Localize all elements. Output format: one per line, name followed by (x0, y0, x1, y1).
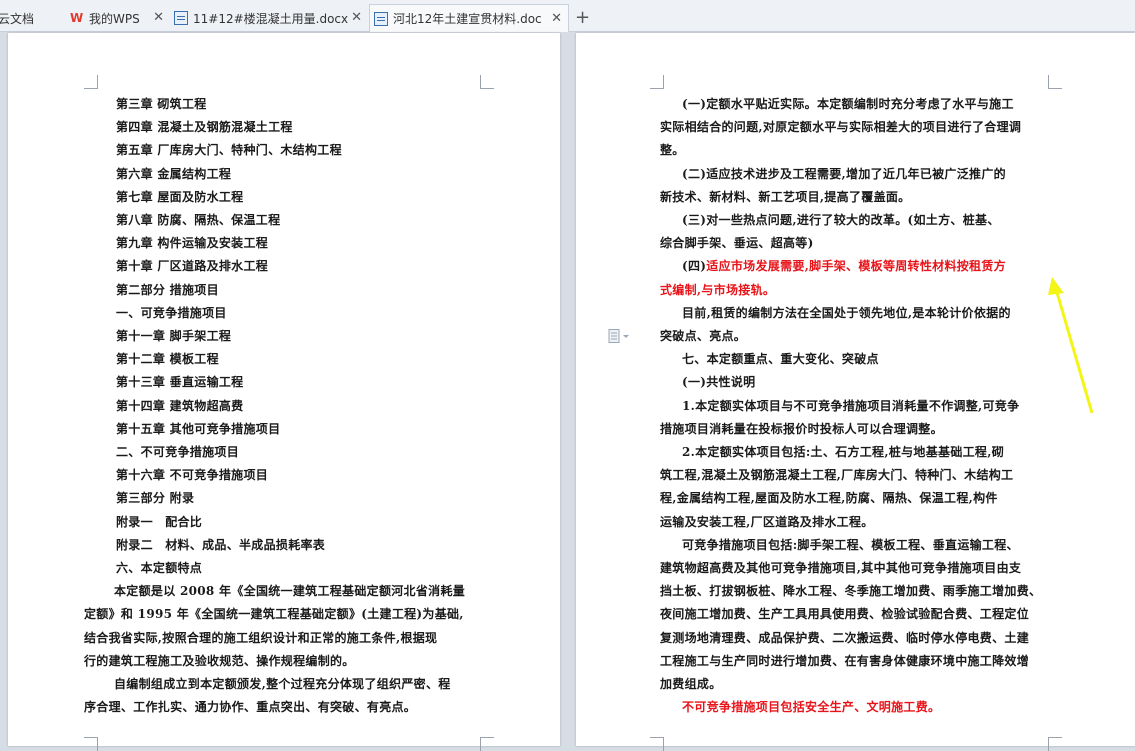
text-line: 第三章 砌筑工程 (116, 97, 207, 111)
text-line: 新技术、新材料、新工艺项目,提高了覆盖面。 (660, 189, 911, 204)
margin-corner (650, 737, 664, 751)
paragraph-menu-icon[interactable] (608, 329, 632, 343)
margin-corner (650, 75, 664, 89)
text-line: 自编制组成立到本定额颁发,整个过程充分体现了组织严密、程 (114, 677, 451, 692)
text-line: 加费组成。 (660, 677, 722, 692)
add-tab-icon[interactable]: + (575, 7, 590, 28)
margin-corner (84, 737, 98, 751)
margin-corner (1048, 737, 1062, 751)
tab-concrete-usage[interactable]: 11#12#楼混凝土用量.docx ✕ (170, 4, 368, 32)
text-line: 夜间施工增加费、生产工具用具使用费、检验试验配合费、工程定位 (660, 607, 1030, 622)
text-line: 第十六章 不可竞争措施项目 (116, 468, 269, 483)
text-line: 整。 (660, 143, 685, 158)
text-line: 工程施工与生产同时进行增加费、在有害身体健康环境中施工降效增 (660, 653, 1030, 668)
document-workspace: 第三章 砌筑工程 第四章 混凝土及钢筋混凝土工程 第五章 厂库房大门、特种门、木… (0, 33, 1135, 751)
text-line: 二、不可竞争措施项目 (116, 445, 240, 460)
margin-corner (480, 737, 494, 751)
text-line: 第四章 混凝土及钢筋混凝土工程 (116, 120, 293, 135)
text-line: 第八章 防腐、隔热、保温工程 (116, 213, 281, 228)
tab-label: 河北12年土建宣贯材料.doc (393, 12, 542, 26)
text-line: 第二部分 措施项目 (116, 282, 219, 297)
text-line: 第十三章 垂直运输工程 (116, 375, 244, 390)
text-line: 序合理、工作扎实、通力协作、重点突出、有突破、有亮点。 (84, 700, 417, 715)
close-icon[interactable]: ✕ (351, 10, 362, 25)
margin-corner (84, 75, 98, 89)
text-line: 第十章 厂区道路及排水工程 (116, 259, 269, 274)
text-span: (四) (682, 259, 707, 274)
tab-cloud-docs[interactable]: 云文档 (0, 4, 56, 32)
close-icon[interactable]: ✕ (153, 10, 164, 25)
page-text: 第三章 砌筑工程 第四章 混凝土及钢筋混凝土工程 第五章 厂库房大门、特种门、木… (8, 93, 560, 719)
text-line: 措施项目消耗量在投标报价时投标人可以合理调整。 (660, 421, 943, 436)
text-line: 第九章 构件运输及安装工程 (116, 236, 269, 251)
text-line: 一、可竞争措施项目 (116, 305, 227, 320)
text-line: 可竞争措施项目包括:脚手架工程、模板工程、垂直运输工程、 (682, 537, 1019, 552)
text-line: 六、本定额特点 (116, 561, 203, 576)
text-line: (一)定额水平贴近实际。本定额编制时充分考虑了水平与施工 (682, 97, 1014, 111)
text-line: 第十一章 脚手架工程 (116, 329, 232, 344)
tab-label: 云文档 (0, 11, 35, 26)
tab-label: 11#12#楼混凝土用量.docx (193, 11, 349, 26)
text-line: 第七章 屋面及防水工程 (116, 189, 244, 204)
doc-icon (174, 11, 188, 25)
margin-corner (480, 75, 494, 89)
text-line: 复测场地清理费、成品保护费、二次搬运费、临时停水停电费、土建 (660, 630, 1030, 645)
text-line: 程,金属结构工程,屋面及防水工程,防腐、隔热、保温工程,构件 (660, 491, 998, 506)
text-line: 2.本定额实体项目包括:土、石方工程,桩与地基基础工程,砌 (682, 445, 1005, 460)
close-icon[interactable]: ✕ (551, 11, 562, 26)
text-line: (二)适应技术进步及工程需要,增加了近几年已被广泛推广的 (682, 166, 1006, 181)
margin-corner (1048, 75, 1062, 89)
text-line: 第十二章 模板工程 (116, 352, 219, 367)
text-line: 第六章 金属结构工程 (116, 166, 232, 181)
tab-hebei-materials[interactable]: 河北12年土建宣贯材料.doc ✕ (369, 4, 569, 32)
text-line: 本定额是以 2008 年《全国统一建筑工程基础定额河北省消耗量 (114, 584, 466, 599)
tab-label: 我的WPS (89, 11, 140, 26)
tab-my-wps[interactable]: W 我的WPS ✕ (66, 4, 170, 32)
text-line: 附录一 配合比 (116, 514, 203, 529)
text-line: 筑工程,混凝土及钢筋混凝土工程,厂库房大门、特种门、木结构工 (660, 468, 1014, 483)
text-line: 结合我省实际,按照合理的施工组织设计和正常的施工条件,根据现 (84, 630, 438, 645)
text-line: 第十五章 其他可竞争措施项目 (116, 421, 281, 436)
wps-logo-icon: W (70, 11, 84, 25)
text-line: 第十四章 建筑物超高费 (116, 398, 244, 413)
red-text-span: 适应市场发展需要,脚手架、模板等周转性材料按租赁方 (706, 259, 1006, 274)
text-line: 第五章 厂库房大门、特种门、木结构工程 (116, 143, 342, 158)
text-line: 附录二 材料、成品、半成品损耗率表 (116, 537, 326, 552)
doc-icon (374, 11, 388, 26)
yellow-arrow-annotation (1048, 277, 1094, 414)
text-line: 运输及安装工程,厂区道路及排水工程。 (660, 514, 874, 529)
tab-bar: 云文档 W 我的WPS ✕ 11#12#楼混凝土用量.docx ✕ 河北12年土… (0, 0, 1135, 32)
text-line: 综合脚手架、垂运、超高等) (660, 236, 814, 251)
text-line: 建筑物超高费及其他可竞争措施项目,其中其他可竞争措施项目由支 (660, 561, 1022, 576)
text-line: 定额》和 1995 年《全国统一建筑工程基础定额》(土建工程)为基础, (84, 607, 464, 622)
text-line: 挡土板、打拔钢板桩、降水工程、冬季施工增加费、雨季施工增加费、 (660, 584, 1042, 599)
text-line: 第三部分 附录 (116, 491, 195, 506)
document-page-left: 第三章 砌筑工程 第四章 混凝土及钢筋混凝土工程 第五章 厂库房大门、特种门、木… (8, 33, 560, 751)
text-line: (三)对一些热点问题,进行了较大的改革。(如土方、桩基、 (682, 213, 1000, 228)
text-line: 行的建筑工程施工及验收规范、操作规程编制的。 (84, 653, 355, 668)
text-line-red: 不可竞争措施项目包括安全生产、文明施工费。 (682, 700, 941, 715)
text-line: 实际相结合的问题,对原定额水平与实际相差大的项目进行了合理调 (660, 120, 1022, 135)
